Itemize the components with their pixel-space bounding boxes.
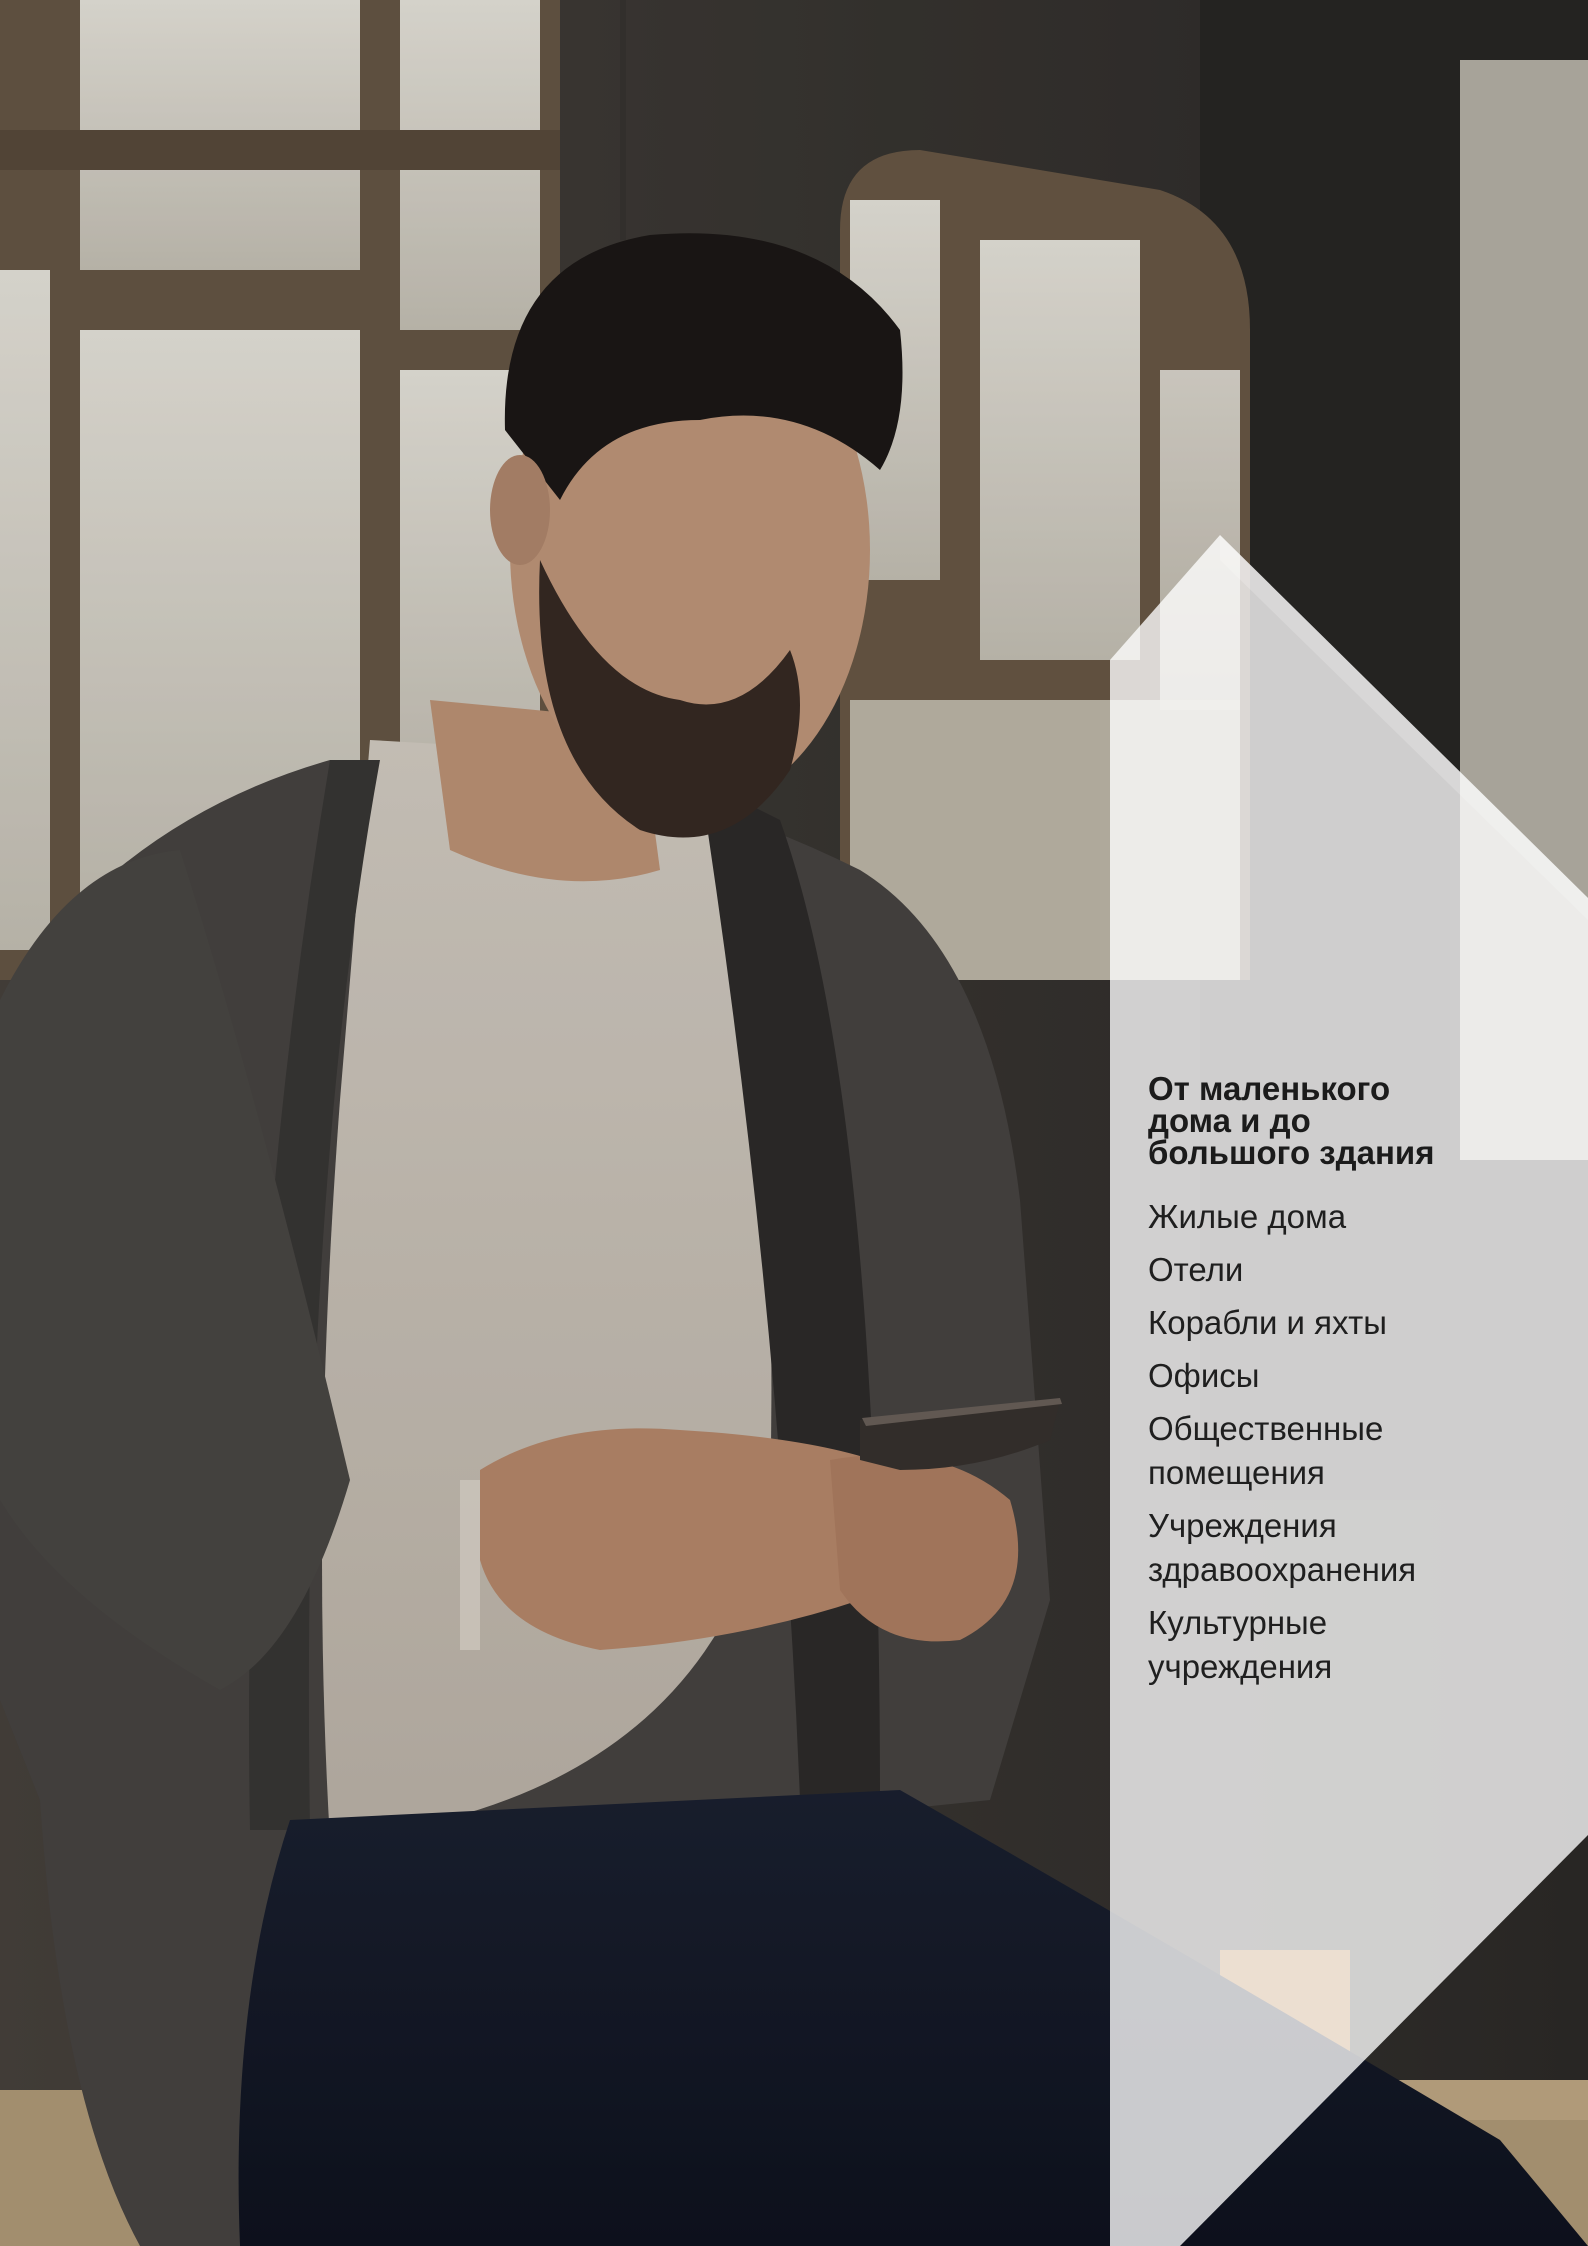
list-item: Культурные учреждения: [1148, 1604, 1333, 1685]
list-item: Отели: [1148, 1251, 1244, 1288]
text-block: От маленького дома и до большого здания …: [1148, 1070, 1568, 1698]
list-item: Учреждения здравоохранения: [1148, 1507, 1417, 1588]
list-item: Жилые дома: [1148, 1198, 1347, 1235]
list-item: Общественные помещения: [1148, 1410, 1384, 1491]
list-item: Офисы: [1148, 1357, 1260, 1394]
list-item: Корабли и яхты: [1148, 1304, 1387, 1341]
headline: От маленького дома и до большого здания: [1148, 1070, 1435, 1171]
category-list: Жилые дома Отели Корабли и яхты Офисы Об…: [1148, 1195, 1568, 1689]
